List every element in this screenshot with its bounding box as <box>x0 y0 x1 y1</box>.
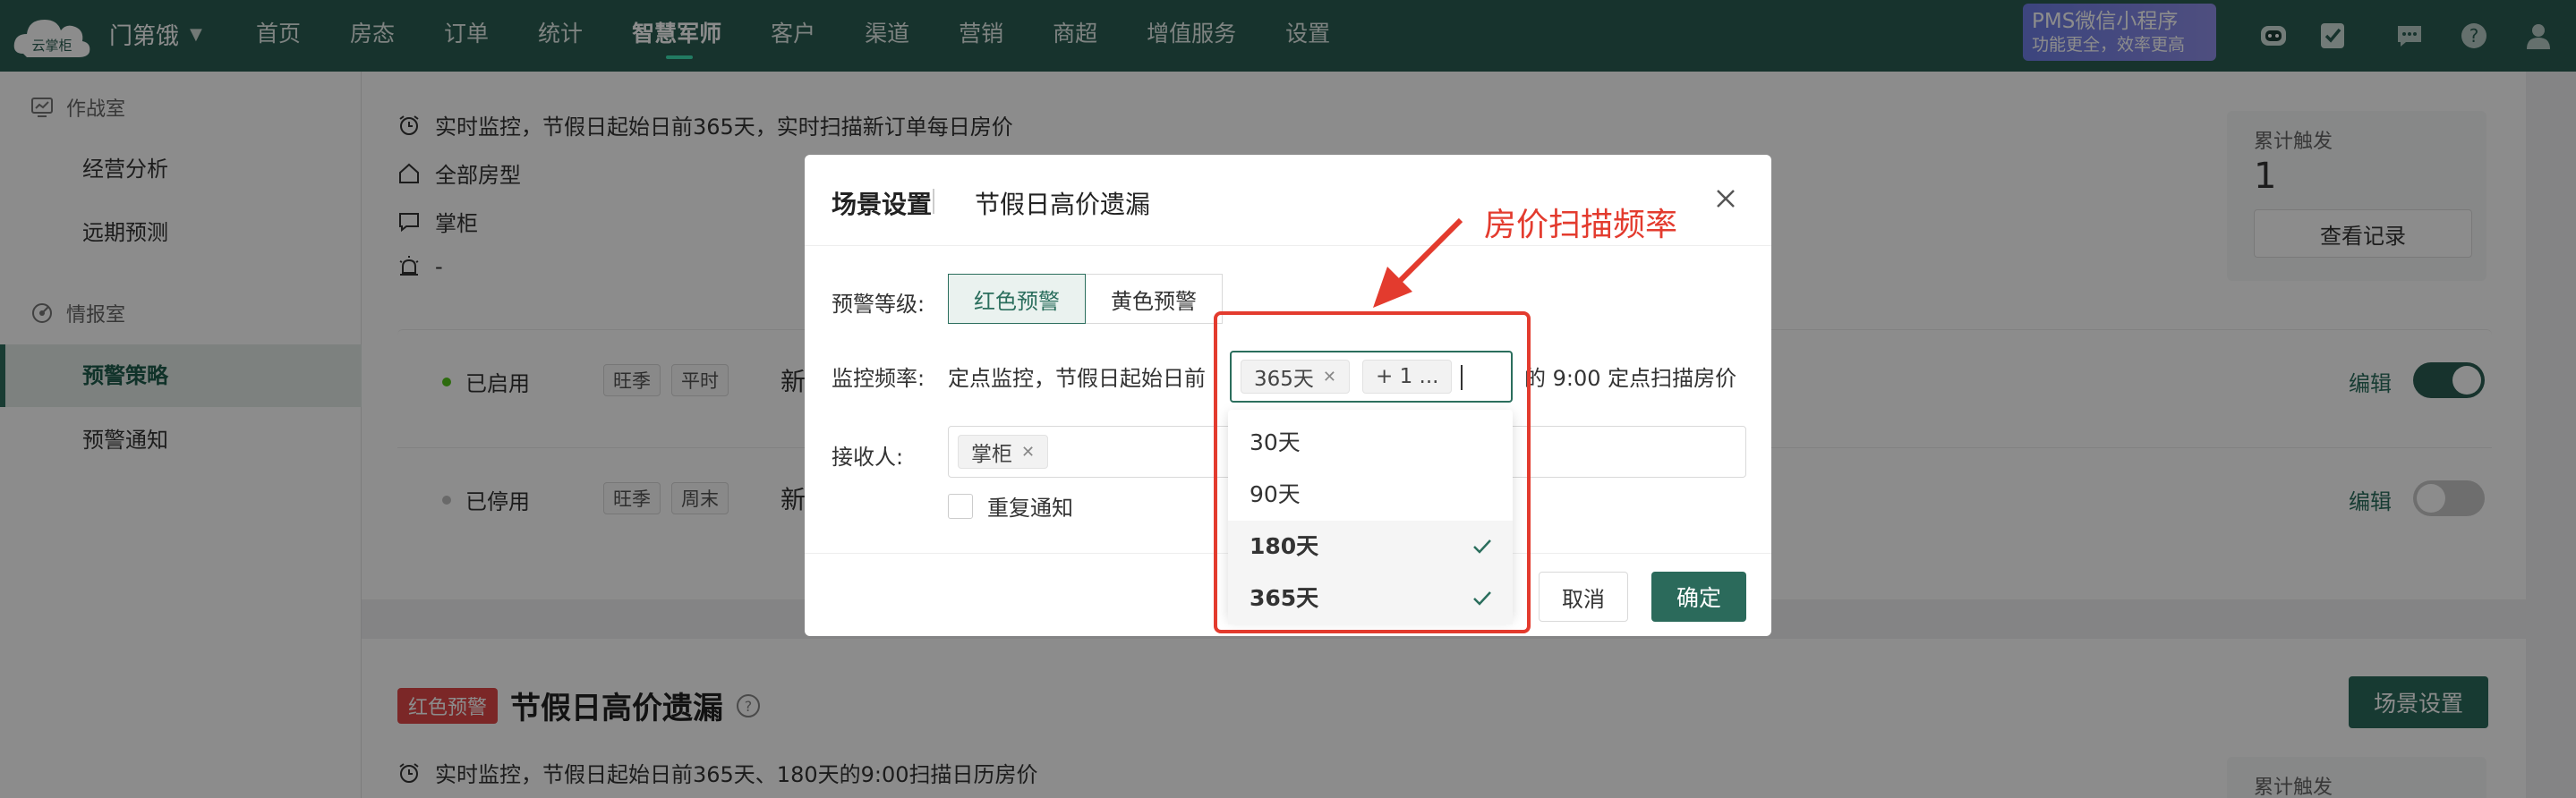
close-icon[interactable]: ✕ <box>1021 443 1035 462</box>
frequency-suffix: 的 9:00 定点扫描房价 <box>1524 366 1737 391</box>
frequency-prefix: 定点监控，节假日起始日前 <box>948 366 1206 391</box>
receiver-chip-label: 掌柜 <box>971 443 1012 466</box>
alert-level-label: 预警等级: <box>832 292 925 317</box>
alert-level-selector: 红色预警 黄色预警 <box>948 274 1223 324</box>
title-divider <box>933 189 934 214</box>
annotation-highlight-box <box>1214 311 1531 633</box>
repeat-notify-checkbox[interactable] <box>948 493 973 519</box>
close-icon[interactable] <box>1710 183 1741 214</box>
repeat-notify-row: 重复通知 <box>948 490 1073 522</box>
dialog-title: 场景设置 <box>832 190 933 219</box>
cancel-button[interactable]: 取消 <box>1539 572 1628 622</box>
annotation-arrow-icon <box>1373 217 1463 308</box>
repeat-notify-label: 重复通知 <box>987 496 1073 521</box>
receiver-label: 接收人: <box>832 445 904 470</box>
confirm-button[interactable]: 确定 <box>1651 572 1746 622</box>
annotation-label: 房价扫描频率 <box>1484 207 1678 243</box>
dialog-subtitle: 节假日高价遗漏 <box>975 190 1151 219</box>
level-yellow-button[interactable]: 黄色预警 <box>1086 274 1223 324</box>
level-red-button[interactable]: 红色预警 <box>948 274 1086 324</box>
frequency-label: 监控频率: <box>832 366 925 391</box>
receiver-chip: 掌柜 ✕ <box>958 435 1049 469</box>
